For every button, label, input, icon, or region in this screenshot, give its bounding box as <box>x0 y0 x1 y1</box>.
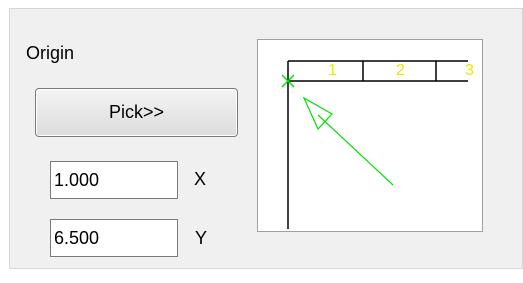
y-label: Y <box>195 228 208 248</box>
column-number: 2 <box>396 62 405 79</box>
preview-drawing <box>281 60 468 229</box>
column-number: 3 <box>465 62 474 79</box>
y-coordinate-input[interactable] <box>50 219 178 257</box>
pick-button[interactable]: Pick>> <box>35 88 238 137</box>
x-label: X <box>194 169 207 189</box>
origin-title: Origin <box>26 43 75 63</box>
x-coordinate-input[interactable] <box>50 161 178 199</box>
pointer-arrow-icon <box>302 96 394 186</box>
column-number: 1 <box>328 62 337 79</box>
origin-preview: 1 2 3 <box>257 39 483 232</box>
